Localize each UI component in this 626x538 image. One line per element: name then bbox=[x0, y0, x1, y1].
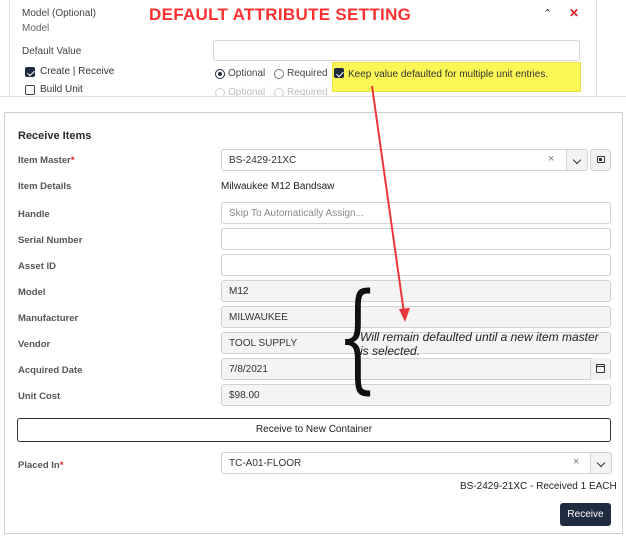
placed-in-label: Placed In* bbox=[18, 460, 64, 471]
acquired-date-input[interactable]: 7/8/2021 bbox=[221, 358, 611, 380]
placed-in-chevron-down-icon[interactable] bbox=[590, 452, 612, 474]
vendor-label: Vendor bbox=[18, 339, 51, 350]
item-details-label: Item Details bbox=[18, 181, 72, 192]
required-radio-label: Required bbox=[287, 68, 328, 79]
default-value-input[interactable] bbox=[213, 40, 580, 61]
default-value-label: Default Value bbox=[22, 46, 82, 57]
optional-radio-label: Optional bbox=[228, 68, 266, 79]
serial-number-input[interactable] bbox=[221, 228, 611, 250]
required-radio[interactable] bbox=[274, 69, 284, 79]
unit-cost-input[interactable]: $98.00 bbox=[221, 384, 611, 406]
attribute-title: Model (Optional) bbox=[22, 8, 96, 19]
manufacturer-label: Manufacturer bbox=[18, 313, 79, 324]
acquired-date-label: Acquired Date bbox=[18, 365, 83, 376]
required-radio-label-2: Required bbox=[287, 87, 328, 96]
item-master-label: Item Master* bbox=[18, 155, 75, 166]
item-master-chevron-down-icon[interactable] bbox=[566, 149, 588, 171]
overlay-title: DEFAULT ATTRIBUTE SETTING bbox=[149, 5, 412, 24]
annotation-text: Will remain defaulted until a new item m… bbox=[360, 330, 599, 358]
asset-id-label: Asset ID bbox=[18, 261, 57, 272]
keep-value-label: Keep value defaulted for multiple unit e… bbox=[348, 69, 549, 80]
placed-in-clear-icon[interactable]: × bbox=[573, 456, 579, 468]
close-icon[interactable]: ✕ bbox=[569, 6, 579, 20]
attribute-subtitle: Model bbox=[22, 23, 50, 34]
item-details-value: Milwaukee M12 Bandsaw bbox=[221, 181, 335, 192]
build-unit-label: Build Unit bbox=[40, 84, 83, 95]
calendar-button[interactable] bbox=[590, 358, 610, 380]
lookup-icon-dot bbox=[599, 158, 602, 161]
optional-radio-2[interactable] bbox=[215, 88, 225, 96]
manufacturer-input[interactable]: MILWAUKEE bbox=[221, 306, 611, 328]
model-label: Model bbox=[18, 287, 46, 298]
item-master-select[interactable]: BS-2429-21XC bbox=[221, 149, 567, 171]
serial-number-label: Serial Number bbox=[18, 235, 83, 246]
attribute-panel: Model (Optional) Model DEFAULT ATTRIBUTE… bbox=[0, 0, 626, 96]
receive-items-title: Receive Items bbox=[18, 130, 92, 142]
keep-value-checkbox[interactable] bbox=[334, 68, 344, 78]
create-receive-label: Create | Receive bbox=[40, 66, 115, 77]
panel-border-left bbox=[9, 0, 10, 96]
model-input[interactable]: M12 bbox=[221, 280, 611, 302]
handle-input[interactable]: Skip To Automatically Assign... bbox=[221, 202, 611, 224]
collapse-caret-up-icon[interactable]: ⌃ bbox=[543, 7, 552, 20]
placed-in-select[interactable]: TC-A01-FLOOR bbox=[221, 452, 591, 474]
required-marker: * bbox=[70, 155, 75, 166]
handle-label: Handle bbox=[18, 209, 50, 220]
build-unit-checkbox[interactable] bbox=[25, 85, 35, 95]
receive-to-new-container-button[interactable]: Receive to New Container bbox=[17, 418, 611, 442]
receive-items-panel: Receive Items Item Master* BS-2429-21XC … bbox=[4, 112, 623, 534]
receive-button[interactable]: Receive bbox=[560, 503, 611, 526]
panel-border-right bbox=[596, 0, 597, 96]
calendar-icon bbox=[596, 364, 605, 373]
asset-id-input[interactable] bbox=[221, 254, 611, 276]
receipt-status: BS-2429-21XC - Received 1 EACH bbox=[460, 481, 617, 492]
required-radio-2[interactable] bbox=[274, 88, 284, 96]
unit-cost-label: Unit Cost bbox=[18, 391, 61, 402]
required-marker: * bbox=[59, 460, 64, 471]
item-master-clear-icon[interactable]: × bbox=[548, 153, 554, 165]
optional-radio-label-2: Optional bbox=[228, 87, 266, 96]
create-receive-checkbox[interactable] bbox=[25, 67, 35, 77]
optional-radio[interactable] bbox=[215, 69, 225, 79]
item-master-lookup-button[interactable] bbox=[590, 149, 611, 171]
